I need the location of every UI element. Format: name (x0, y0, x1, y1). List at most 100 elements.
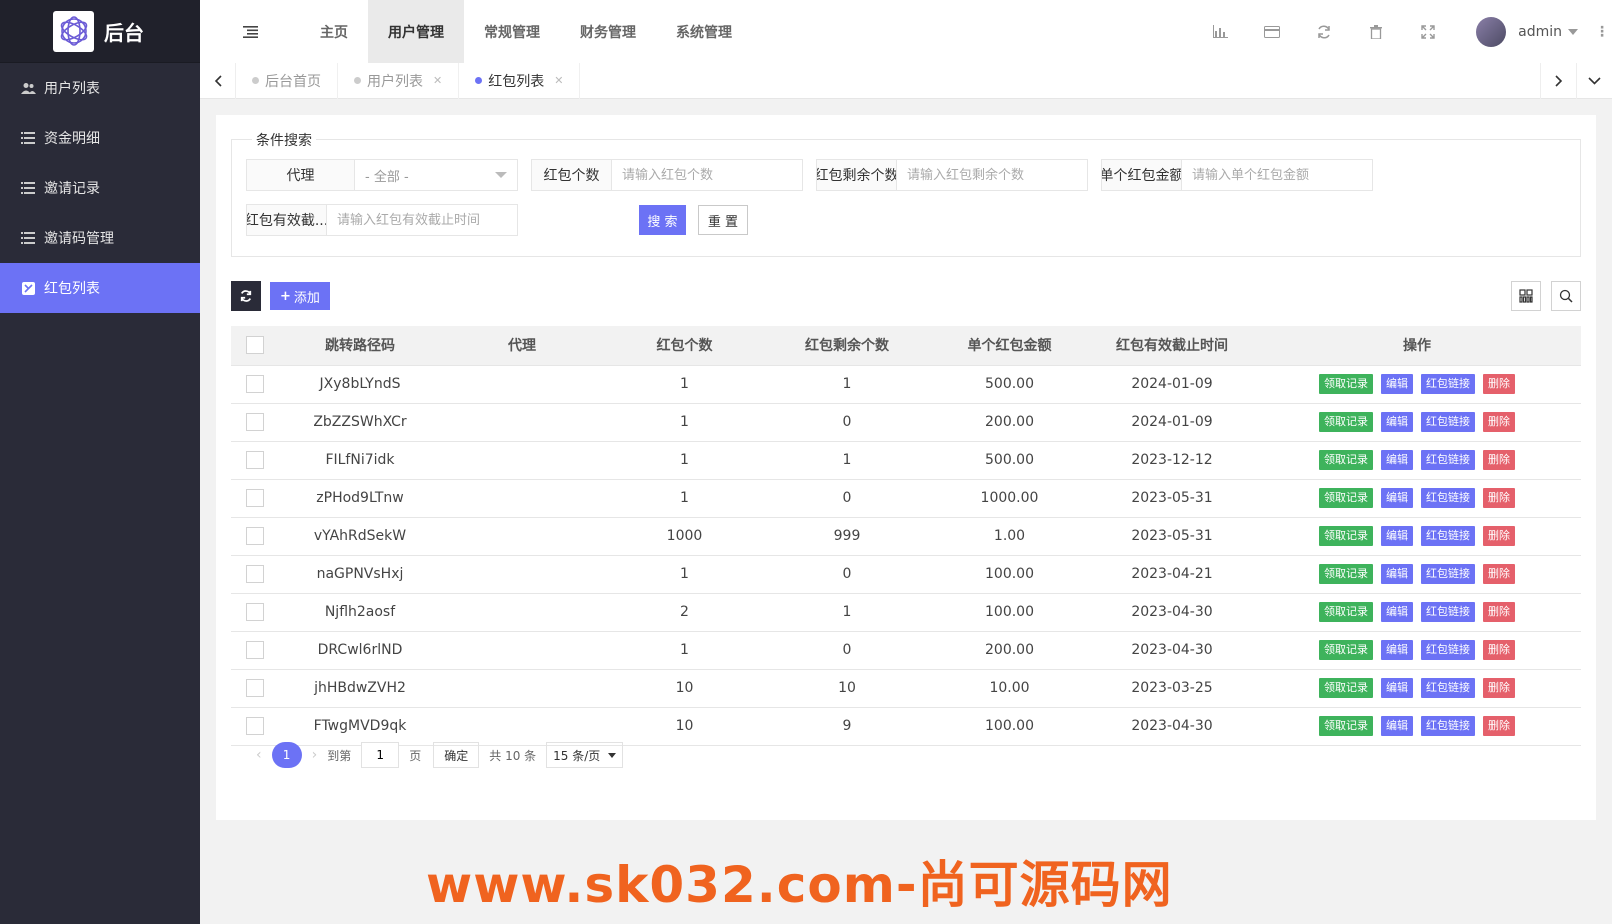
row-checkbox[interactable] (246, 527, 264, 545)
redpacket-link-button[interactable]: 红包链接 (1421, 488, 1475, 508)
page-input[interactable] (361, 742, 400, 768)
card-icon[interactable] (1246, 0, 1298, 63)
edit-button[interactable]: 编辑 (1381, 374, 1413, 394)
delete-button[interactable]: 删除 (1483, 716, 1515, 736)
close-icon[interactable]: ✕ (433, 74, 442, 87)
delete-button[interactable]: 删除 (1483, 602, 1515, 622)
tab-user-list[interactable]: 用户列表 ✕ (338, 62, 460, 99)
row-checkbox[interactable] (246, 489, 264, 507)
chart-icon[interactable] (1194, 0, 1246, 63)
nav-user-management[interactable]: 用户管理 (368, 0, 464, 63)
redpacket-link-button[interactable]: 红包链接 (1421, 564, 1475, 584)
prev-page-icon[interactable]: ‹ (256, 747, 262, 763)
sidebar-item-redpackets[interactable]: 红包列表 (0, 263, 200, 313)
redpacket-link-button[interactable]: 红包链接 (1421, 678, 1475, 698)
row-checkbox[interactable] (246, 375, 264, 393)
columns-grid-icon[interactable] (1511, 281, 1541, 311)
edit-button[interactable]: 编辑 (1381, 678, 1413, 698)
sidebar-item-invite-codes[interactable]: 邀请码管理 (0, 213, 200, 263)
nav-home[interactable]: 主页 (300, 0, 368, 63)
delete-button[interactable]: 删除 (1483, 526, 1515, 546)
row-checkbox[interactable] (246, 679, 264, 697)
delete-button[interactable]: 删除 (1483, 450, 1515, 470)
current-page[interactable]: 1 (271, 742, 302, 768)
cell-count: 2 (603, 593, 766, 632)
claim-records-button[interactable]: 领取记录 (1319, 716, 1373, 736)
expire-input[interactable] (327, 205, 517, 235)
refresh-button[interactable] (231, 281, 261, 311)
redpacket-link-button[interactable]: 红包链接 (1421, 374, 1475, 394)
next-page-icon[interactable]: › (312, 747, 318, 763)
redpacket-link-button[interactable]: 红包链接 (1421, 602, 1475, 622)
edit-button[interactable]: 编辑 (1381, 602, 1413, 622)
row-checkbox[interactable] (246, 641, 264, 659)
delete-button[interactable]: 删除 (1483, 412, 1515, 432)
claim-records-button[interactable]: 领取记录 (1319, 488, 1373, 508)
row-checkbox[interactable] (246, 717, 264, 735)
redpacket-link-button[interactable]: 红包链接 (1421, 526, 1475, 546)
add-button[interactable]: + 添加 (270, 282, 330, 310)
remain-input[interactable] (897, 160, 1087, 190)
trash-icon[interactable] (1350, 0, 1402, 63)
row-actions: 领取记录 编辑 红包链接 删除 (1253, 517, 1581, 556)
agent-select-value: - 全部 - (365, 169, 409, 185)
nav-general-management[interactable]: 常规管理 (464, 0, 560, 63)
agent-select[interactable]: - 全部 - (355, 160, 517, 190)
edit-button[interactable]: 编辑 (1381, 640, 1413, 660)
user-menu[interactable]: admin (1454, 16, 1592, 47)
tab-dashboard[interactable]: 后台首页 (236, 62, 338, 99)
delete-button[interactable]: 删除 (1483, 488, 1515, 508)
tabs-prev-icon[interactable] (200, 62, 236, 99)
nav-system-management[interactable]: 系统管理 (656, 0, 752, 63)
redpacket-link-button[interactable]: 红包链接 (1421, 640, 1475, 660)
edit-button[interactable]: 编辑 (1381, 412, 1413, 432)
tabs-next-icon[interactable] (1540, 63, 1576, 99)
cell-remain: 1 (766, 593, 928, 632)
sidebar-item-invites[interactable]: 邀请记录 (0, 163, 200, 213)
edit-button[interactable]: 编辑 (1381, 526, 1413, 546)
tabs-dropdown-icon[interactable] (1576, 63, 1612, 99)
claim-records-button[interactable]: 领取记录 (1319, 526, 1373, 546)
page-size-select[interactable]: 15 条/页 (546, 742, 624, 768)
search-icon[interactable] (1551, 281, 1581, 311)
tab-redpacket-list[interactable]: 红包列表 ✕ (459, 62, 581, 99)
select-all-checkbox[interactable] (246, 336, 264, 355)
count-input[interactable] (612, 160, 802, 190)
claim-records-button[interactable]: 领取记录 (1319, 602, 1373, 622)
redpacket-link-button[interactable]: 红包链接 (1421, 716, 1475, 736)
close-icon[interactable]: ✕ (554, 74, 563, 87)
amount-input[interactable] (1182, 160, 1372, 190)
row-checkbox[interactable] (246, 451, 264, 469)
edit-button[interactable]: 编辑 (1381, 488, 1413, 508)
sidebar-item-users[interactable]: 用户列表 (0, 63, 200, 113)
logo-area[interactable]: 后台 (0, 0, 200, 63)
row-checkbox[interactable] (246, 565, 264, 583)
fullscreen-icon[interactable] (1402, 0, 1454, 63)
delete-button[interactable]: 删除 (1483, 678, 1515, 698)
claim-records-button[interactable]: 领取记录 (1319, 374, 1373, 394)
search-button[interactable]: 搜 索 (639, 205, 686, 235)
claim-records-button[interactable]: 领取记录 (1319, 450, 1373, 470)
delete-button[interactable]: 删除 (1483, 374, 1515, 394)
edit-button[interactable]: 编辑 (1381, 450, 1413, 470)
delete-button[interactable]: 删除 (1483, 640, 1515, 660)
redpacket-link-button[interactable]: 红包链接 (1421, 412, 1475, 432)
row-checkbox[interactable] (246, 603, 264, 621)
goto-confirm-button[interactable]: 确定 (433, 742, 480, 768)
claim-records-button[interactable]: 领取记录 (1319, 412, 1373, 432)
delete-button[interactable]: 删除 (1483, 564, 1515, 584)
edit-button[interactable]: 编辑 (1381, 564, 1413, 584)
claim-records-button[interactable]: 领取记录 (1319, 640, 1373, 660)
claim-records-button[interactable]: 领取记录 (1319, 564, 1373, 584)
more-vertical-icon[interactable]: ⋮ (1592, 24, 1612, 40)
refresh-icon[interactable] (1298, 0, 1350, 63)
nav-finance-management[interactable]: 财务管理 (560, 0, 656, 63)
row-checkbox[interactable] (246, 413, 264, 431)
redpacket-link-button[interactable]: 红包链接 (1421, 450, 1475, 470)
claim-records-button[interactable]: 领取记录 (1319, 678, 1373, 698)
edit-button[interactable]: 编辑 (1381, 716, 1413, 736)
table-row: JXy8bLYndS 1 1 500.00 2024-01-09 领取记录 编辑 红包链接 删除 (231, 365, 1581, 404)
reset-button[interactable]: 重 置 (698, 205, 748, 235)
menu-toggle-icon[interactable] (200, 0, 300, 63)
sidebar-item-funds[interactable]: 资金明细 (0, 113, 200, 163)
